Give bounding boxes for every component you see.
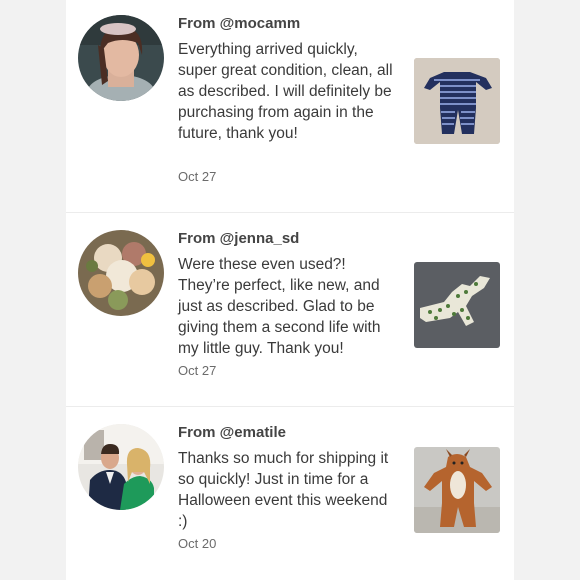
review-author[interactable]: From @jenna_sd (178, 230, 299, 247)
review-author[interactable]: From @mocamm (178, 15, 300, 32)
review-date: Oct 27 (178, 169, 217, 184)
item-thumbnail[interactable] (414, 447, 500, 533)
review-item: From @jenna_sd Were these even used?! Th… (66, 213, 514, 406)
review-text: Everything arrived quickly, super great … (178, 41, 393, 142)
review-item: From @mocamm Everything arrived quickly,… (66, 0, 514, 212)
review-author[interactable]: From @ematile (178, 424, 286, 441)
review-text: Were these even used?! They’re perfect, … (178, 256, 381, 357)
user-avatar-mocamm[interactable] (78, 15, 164, 101)
review-text: Thanks so much for shipping it so quickl… (178, 450, 389, 530)
item-thumbnail[interactable] (414, 262, 500, 348)
review-date: Oct 20 (178, 536, 217, 551)
user-avatar-jenna_sd[interactable] (78, 230, 164, 316)
item-thumbnail[interactable] (414, 58, 500, 144)
reviews-panel: From @mocamm Everything arrived quickly,… (66, 0, 514, 580)
review-date: Oct 27 (178, 363, 217, 378)
review-item: From @ematile Thanks so much for shippin… (66, 407, 514, 580)
user-avatar-ematile[interactable] (78, 424, 164, 510)
